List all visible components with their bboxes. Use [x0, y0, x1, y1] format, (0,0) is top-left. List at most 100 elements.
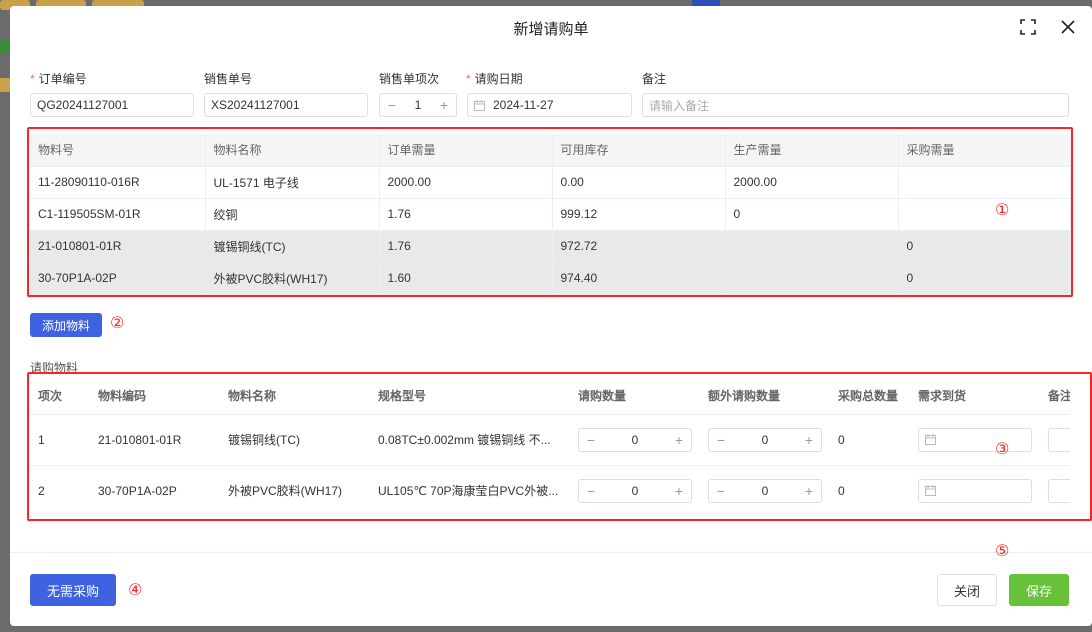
decrement-button[interactable]: − [386, 97, 398, 113]
table-cell [725, 230, 899, 263]
row-remark-input[interactable] [1048, 478, 1070, 503]
table-cell: 972.72 [552, 230, 726, 263]
required-arrival-cell [910, 414, 1040, 466]
increment-button[interactable]: + [673, 483, 685, 499]
table-row[interactable]: 11-28090110-016R UL-1571 电子线 2000.00 0.0… [30, 166, 1071, 199]
table-cell: 0 [725, 198, 899, 231]
extra-qty-stepper[interactable]: − 0 + [708, 427, 822, 452]
fullscreen-icon[interactable] [1017, 16, 1039, 38]
increment-button[interactable]: + [803, 483, 815, 499]
column-header: 订单需量 [379, 134, 553, 167]
decrement-button[interactable]: − [715, 483, 727, 499]
decrement-button[interactable]: − [585, 483, 597, 499]
column-header: 物料号 [30, 134, 206, 167]
decrement-button[interactable]: − [585, 432, 597, 448]
table-cell: 0.00 [552, 166, 726, 199]
remark-cell [1040, 414, 1070, 466]
column-header: 物料编码 [90, 378, 220, 415]
column-header: 物料名称 [220, 378, 370, 415]
decrement-button[interactable]: − [715, 432, 727, 448]
table-cell: UL-1571 电子线 [205, 166, 380, 199]
add-material-button[interactable]: 添加物料 [30, 313, 102, 337]
sales-order-no-label: 销售单号 [204, 72, 253, 86]
required-arrival-cell [910, 465, 1040, 514]
increment-button[interactable]: + [438, 97, 450, 113]
remark-placeholder: 请输入备注 [649, 98, 710, 113]
no-purchase-needed-button[interactable]: 无需采购 [30, 574, 116, 606]
calendar-icon [925, 434, 936, 445]
column-header: 需求到货 [910, 378, 1040, 415]
calendar-icon [925, 485, 936, 496]
annotation-number-3: ③ [995, 441, 1010, 458]
order-no-label: * 订单编号 [30, 72, 87, 86]
table-cell: 2000.00 [725, 166, 899, 199]
table-cell: 绞铜 [205, 198, 380, 231]
dialog-title: 新增请购单 [513, 21, 589, 38]
background-tag [0, 40, 10, 54]
total-qty-cell: 0 [830, 465, 910, 514]
purchase-table-scroll[interactable]: 项次 物料编码 物料名称 规格型号 请购数量 额外请购数量 采购总数量 需求到货… [30, 378, 1070, 514]
item-no-cell: 2 [30, 465, 90, 514]
sales-item-no-label: 销售单项次 [379, 72, 440, 86]
materials-table: 物料号 物料名称 订单需量 可用库存 生产需量 采购需量 11-28090110… [30, 134, 1071, 295]
arrival-date-input[interactable] [918, 427, 1032, 452]
column-header: 备注 [1040, 378, 1070, 415]
table-cell: 30-70P1A-02P [30, 262, 206, 295]
arrival-date-input[interactable] [918, 478, 1032, 503]
column-header: 物料名称 [205, 134, 380, 167]
purchase-table: 项次 物料编码 物料名称 规格型号 请购数量 额外请购数量 采购总数量 需求到货… [30, 378, 1070, 514]
request-qty-value: 0 [631, 432, 639, 447]
request-qty-stepper[interactable]: − 0 + [578, 478, 692, 503]
material-name-cell: 镀锡铜线(TC) [220, 414, 370, 466]
remark-cell [1040, 465, 1070, 514]
table-cell [898, 198, 1071, 231]
increment-button[interactable]: + [673, 432, 685, 448]
table-cell: 镀锡铜线(TC) [205, 230, 380, 263]
request-date-value: 2024-11-27 [493, 98, 554, 112]
annotation-number-1: ① [995, 202, 1010, 219]
table-row[interactable]: 30-70P1A-02P 外被PVC胶料(WH17) 1.60 974.40 0 [30, 262, 1071, 295]
material-name-cell: 外被PVC胶料(WH17) [220, 465, 370, 514]
close-button[interactable]: 关闭 [937, 574, 997, 606]
material-code-cell: 30-70P1A-02P [90, 465, 220, 514]
table-row[interactable]: 1 21-010801-01R 镀锡铜线(TC) 0.08TC±0.002mm … [30, 414, 1070, 466]
table-cell: 11-28090110-016R [30, 166, 206, 199]
table-row[interactable]: 2 30-70P1A-02P 外被PVC胶料(WH17) UL105℃ 70P海… [30, 465, 1070, 514]
table-cell: 外被PVC胶料(WH17) [205, 262, 380, 295]
material-code-cell: 21-010801-01R [90, 414, 220, 466]
table-cell: 21-010801-01R [30, 230, 206, 263]
extra-qty-value: 0 [761, 483, 769, 498]
calendar-icon [474, 99, 485, 111]
close-icon[interactable] [1057, 16, 1079, 38]
table-cell [725, 262, 899, 295]
column-header: 额外请购数量 [700, 378, 830, 415]
table-cell: 1.76 [379, 198, 553, 231]
remark-input[interactable]: 请输入备注 [642, 93, 1069, 117]
row-remark-input[interactable] [1048, 427, 1070, 452]
extra-qty-cell: − 0 + [700, 414, 830, 466]
request-qty-stepper[interactable]: − 0 + [578, 427, 692, 452]
extra-qty-stepper[interactable]: − 0 + [708, 478, 822, 503]
table-cell: C1-119505SM-01R [30, 198, 206, 231]
save-button[interactable]: 保存 [1009, 574, 1069, 606]
column-header: 采购需量 [898, 134, 1071, 167]
background-tag [0, 78, 10, 92]
increment-button[interactable]: + [803, 432, 815, 448]
table-cell: 2000.00 [379, 166, 553, 199]
table-row[interactable]: 21-010801-01R 镀锡铜线(TC) 1.76 972.72 0 [30, 230, 1071, 263]
total-qty-cell: 0 [830, 414, 910, 466]
extra-qty-value: 0 [761, 432, 769, 447]
table-cell: 974.40 [552, 262, 726, 295]
spec-cell: UL105℃ 70P海康莹白PVC外被... [370, 465, 570, 514]
sales-order-no-input[interactable]: XS20241127001 [204, 93, 368, 117]
annotation-number-5: ⑤ [995, 543, 1010, 560]
order-no-input[interactable]: QG20241127001 [30, 93, 194, 117]
request-date-input[interactable]: 2024-11-27 [467, 93, 632, 117]
table-cell: 1.60 [379, 262, 553, 295]
request-qty-cell: − 0 + [570, 465, 700, 514]
column-header: 项次 [30, 378, 90, 415]
column-header: 可用库存 [552, 134, 726, 167]
sales-item-no-stepper[interactable]: − 1 + [379, 93, 457, 117]
table-cell: 999.12 [552, 198, 726, 231]
table-row[interactable]: C1-119505SM-01R 绞铜 1.76 999.12 0 [30, 198, 1071, 231]
